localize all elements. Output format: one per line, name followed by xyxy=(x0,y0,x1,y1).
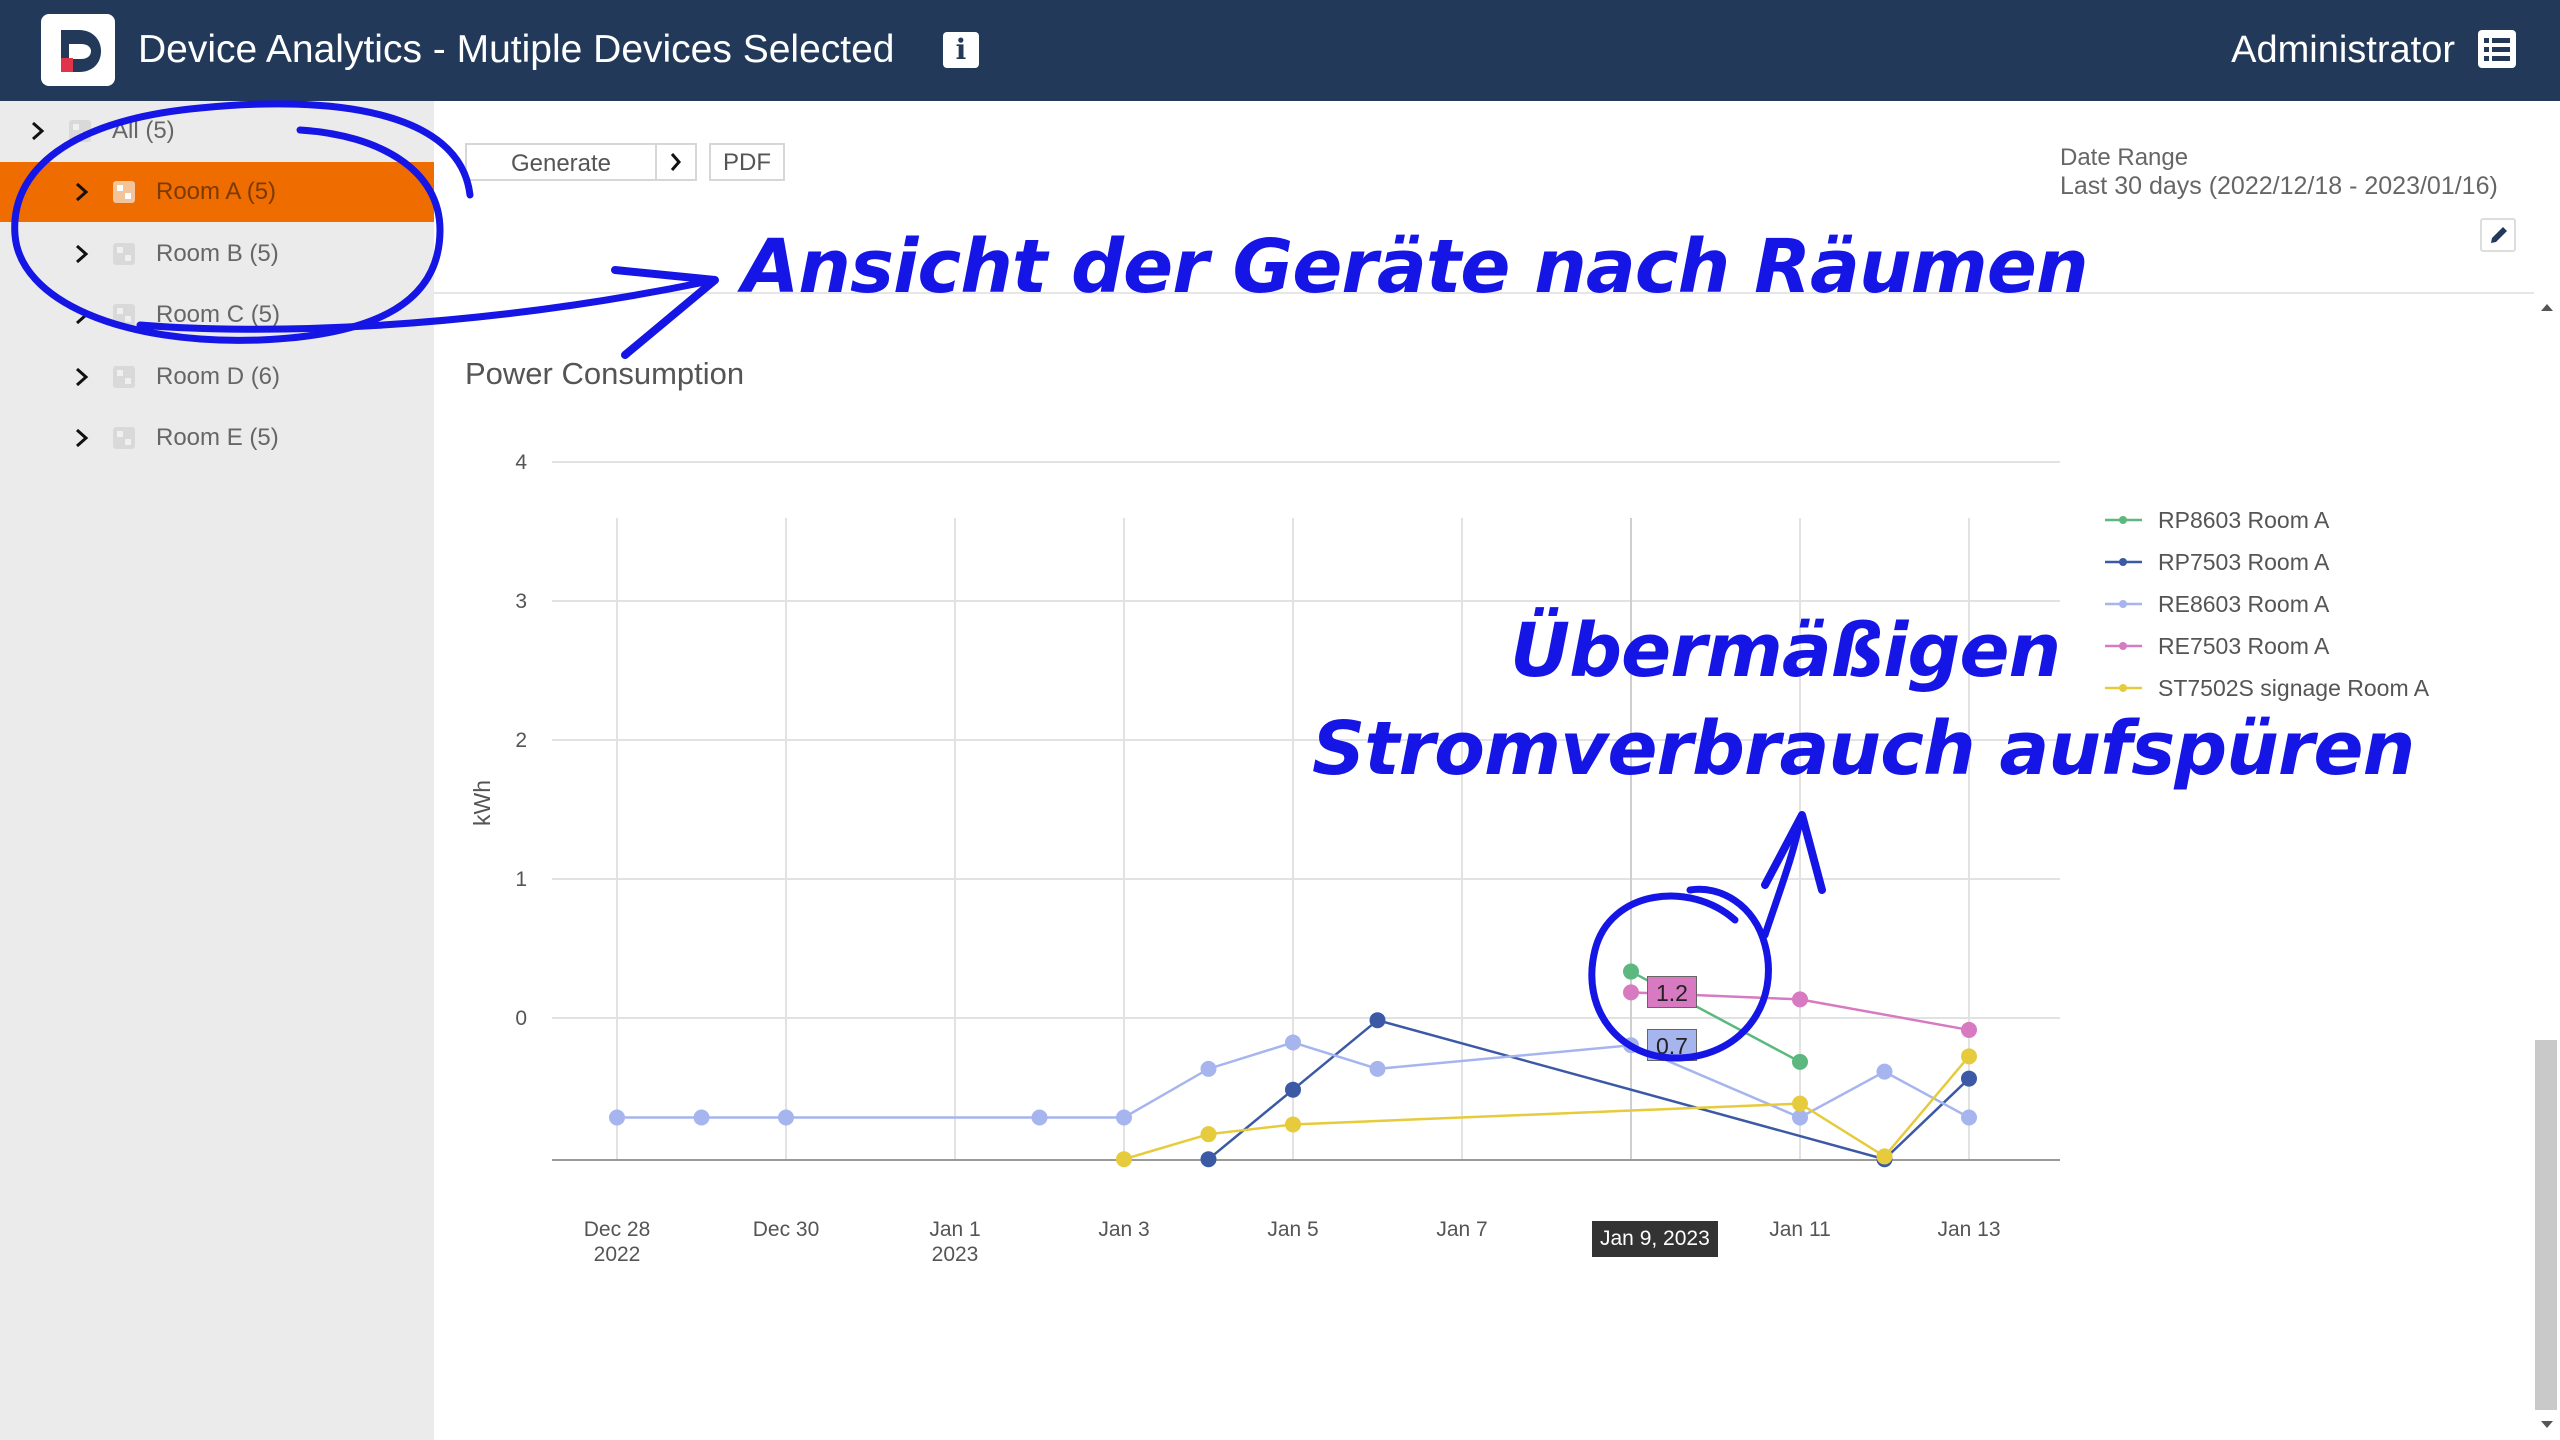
x-tick-label: Jan 5 xyxy=(1267,1218,1318,1241)
data-point xyxy=(1792,991,1808,1008)
y-tick-label: 0 xyxy=(515,1007,527,1030)
data-point xyxy=(1369,1060,1386,1077)
x-tick-label: Jan 7 xyxy=(1436,1218,1487,1241)
data-point xyxy=(1623,1037,1639,1054)
data-point xyxy=(778,1109,794,1126)
data-point xyxy=(609,1109,625,1126)
data-point xyxy=(1285,1116,1301,1133)
x-tick-label: Jan 13 xyxy=(1937,1218,2000,1241)
chart-legend: RP8603 Room A RP7503 Room A RE8603 Room A R… xyxy=(2105,507,2430,701)
legend-swatch-dot xyxy=(2119,642,2127,650)
legend-swatch-dot xyxy=(2119,516,2127,524)
data-point xyxy=(1285,1081,1301,1098)
annotation-text-line1: Übermäßigen xyxy=(1510,608,2061,694)
data-point xyxy=(1961,1048,1977,1065)
hover-value-label: 1.2 xyxy=(1647,976,1697,1009)
data-point xyxy=(1623,963,1639,980)
data-point xyxy=(1200,1126,1217,1143)
x-tick-label: Dec 30 xyxy=(753,1218,820,1241)
y-axis-label: kWh xyxy=(469,780,495,826)
data-point xyxy=(1623,984,1639,1001)
legend-label: ST7502S signage Room A xyxy=(2158,675,2430,701)
data-point xyxy=(1792,1095,1808,1112)
legend-swatch-dot xyxy=(2119,600,2127,608)
data-point xyxy=(1961,1021,1977,1038)
data-point xyxy=(1792,1109,1808,1126)
data-point xyxy=(1200,1151,1217,1168)
annotation-text-rooms: Ansicht der Geräte nach Räumen xyxy=(742,224,2089,310)
legend-swatch-dot xyxy=(2119,684,2127,692)
data-point xyxy=(1116,1109,1132,1126)
data-point xyxy=(1031,1109,1048,1126)
data-point xyxy=(1876,1063,1893,1080)
data-point xyxy=(1792,1053,1808,1070)
legend-label: RP8603 Room A xyxy=(2158,507,2330,533)
data-point xyxy=(1285,1034,1301,1051)
chart-axes: Dec 28 2022 Dec 30 Jan 1 2023 Jan 3 Jan 5 Jan 7… xyxy=(469,451,2060,1266)
hover-x-label: Jan 9, 2023 xyxy=(1592,1221,1718,1257)
hover-value-label: 0.7 xyxy=(1647,1029,1697,1062)
data-point xyxy=(1369,1012,1386,1029)
data-point xyxy=(1116,1151,1132,1168)
data-point xyxy=(693,1109,710,1126)
data-point xyxy=(1961,1109,1977,1126)
chart-grid xyxy=(552,461,2060,1160)
data-point xyxy=(1876,1148,1893,1165)
y-tick-label: 4 xyxy=(515,451,527,474)
x-tick-label: Jan 1 2023 xyxy=(929,1218,980,1266)
x-tick-label: Jan 11 xyxy=(1769,1218,1831,1241)
legend-label: RE7503 Room A xyxy=(2158,633,2330,659)
x-tick-label: Jan 3 xyxy=(1098,1218,1149,1241)
y-tick-label: 2 xyxy=(515,729,527,752)
data-point xyxy=(1961,1070,1977,1087)
data-point xyxy=(1200,1060,1217,1077)
x-tick-label: Dec 28 2022 xyxy=(584,1218,651,1266)
annotation-text-line2: Stromverbrauch aufspüren xyxy=(1312,706,2415,792)
legend-label: RP7503 Room A xyxy=(2158,549,2330,575)
legend-swatch-dot xyxy=(2119,558,2127,566)
legend-label: RE8603 Room A xyxy=(2158,591,2330,617)
y-tick-label: 3 xyxy=(515,590,527,613)
series-line xyxy=(1123,1055,1970,1161)
y-tick-label: 1 xyxy=(515,868,527,891)
